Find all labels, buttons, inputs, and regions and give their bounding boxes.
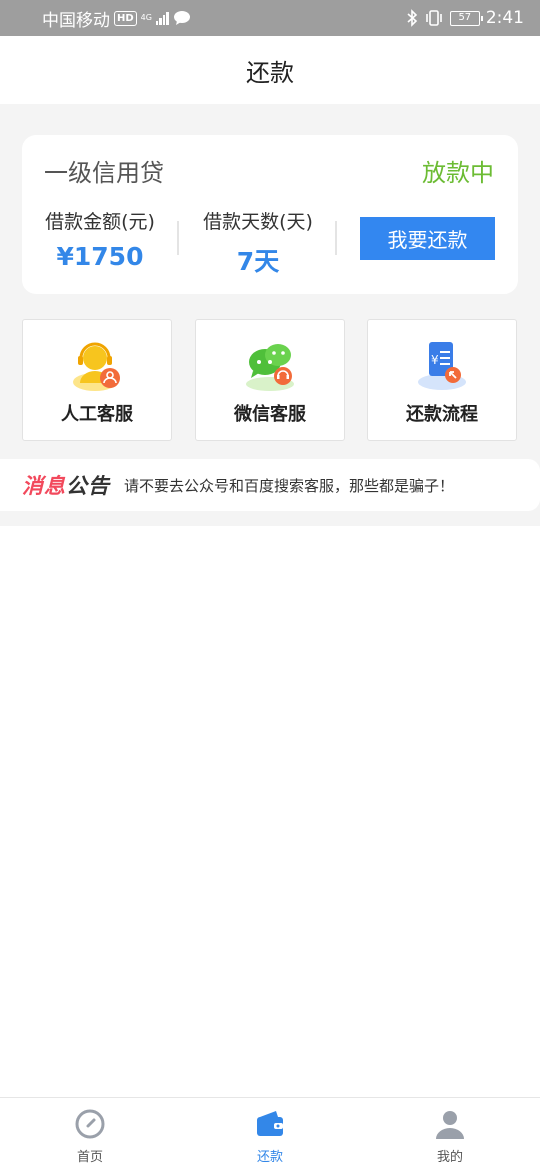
wechat-icon xyxy=(246,344,294,391)
network-type: 4G xyxy=(140,13,152,22)
nav-item-mine[interactable]: 我的 xyxy=(360,1098,540,1170)
notice-text: 请不要去公众号和百度搜索客服，那些都是骗子！ xyxy=(124,476,455,495)
compass-icon xyxy=(75,1109,105,1139)
service-label: 人工客服 xyxy=(61,404,133,425)
notice-tag: 消息公告 xyxy=(22,470,110,500)
nav-label-repay: 还款 xyxy=(256,1150,283,1165)
notice-bar[interactable]: 消息公告 请不要去公众号和百度搜索客服，那些都是骗子！ xyxy=(0,459,540,511)
stat-divider xyxy=(177,221,179,255)
nav-label-home: 首页 xyxy=(76,1150,103,1165)
loan-amount-value: ¥1750 xyxy=(56,242,144,271)
bluetooth-icon xyxy=(407,9,417,27)
nav-label-mine: 我的 xyxy=(436,1150,463,1165)
loan-amount-stat: 借款金额(元) ¥1750 xyxy=(38,207,162,271)
bottom-nav: 首页 还款 我的 xyxy=(0,1097,540,1170)
repayment-document-icon: ¥ xyxy=(418,342,466,390)
loan-product-name: 一级信用贷 xyxy=(44,159,164,187)
headset-agent-icon xyxy=(73,342,120,391)
hd-badge: HD xyxy=(114,10,137,26)
clock: 2:41 xyxy=(485,8,524,28)
page-title: 还款 xyxy=(246,58,294,87)
vibrate-icon xyxy=(426,10,442,26)
service-label: 还款流程 xyxy=(406,404,478,425)
wallet-icon xyxy=(257,1111,283,1136)
service-tile-repayment-process[interactable]: ¥ 还款流程 xyxy=(367,319,517,441)
main-content: 一级信用贷 放款中 借款金额(元) ¥1750 借款天数(天) 7天 我要还款 … xyxy=(0,104,540,526)
status-left: 中国移动 HD 4G xyxy=(42,6,191,31)
svg-text:¥: ¥ xyxy=(431,353,439,367)
battery-icon: 57 xyxy=(449,10,483,26)
service-tile-human-support[interactable]: 人工客服 xyxy=(22,319,172,441)
service-tile-wechat-support[interactable]: 微信客服 xyxy=(195,319,345,441)
status-bar: 中国移动 HD 4G 57 2:41 xyxy=(0,0,540,36)
carrier-name: 中国移动 xyxy=(42,10,110,31)
loan-days-label: 借款天数(天) xyxy=(203,211,313,233)
repay-button[interactable]: 我要还款 xyxy=(360,217,495,260)
loan-amount-label: 借款金额(元) xyxy=(45,211,155,233)
service-label: 微信客服 xyxy=(234,404,306,425)
loan-card: 一级信用贷 放款中 借款金额(元) ¥1750 借款天数(天) 7天 我要还款 xyxy=(22,135,518,294)
status-right: 57 2:41 xyxy=(406,8,524,28)
notice-tag-part2: 公告 xyxy=(66,474,110,498)
user-icon xyxy=(436,1111,464,1139)
message-icon xyxy=(173,11,190,25)
page-header: 还款 xyxy=(0,36,540,104)
nav-item-repay[interactable]: 还款 xyxy=(180,1098,360,1170)
loan-days-value: 7天 xyxy=(236,247,280,276)
loan-status-badge: 放款中 xyxy=(422,159,494,187)
loan-days-stat: 借款天数(天) 7天 xyxy=(196,207,320,278)
stat-divider xyxy=(335,221,337,255)
nav-item-home[interactable]: 首页 xyxy=(0,1098,180,1170)
notice-tag-part1: 消息 xyxy=(22,474,66,498)
signal-icon xyxy=(155,11,169,25)
